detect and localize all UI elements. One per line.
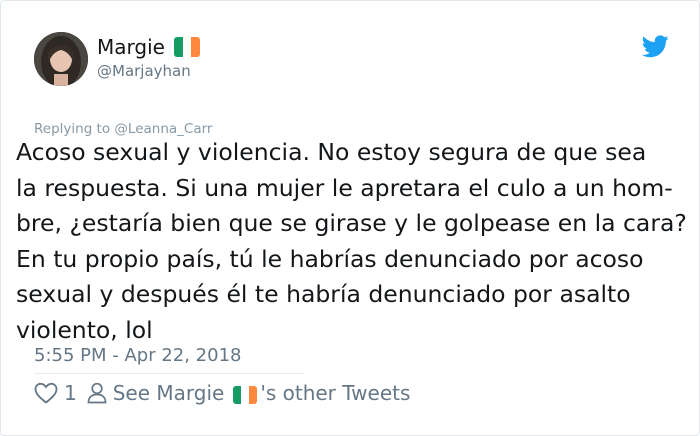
see-other-tweets-link[interactable]: See Margie 's other Tweets xyxy=(113,381,411,405)
author-name[interactable]: Margie xyxy=(97,35,165,59)
tweet-timestamp[interactable]: 5:55 PM - Apr 22, 2018 xyxy=(34,345,241,366)
divider xyxy=(34,373,304,374)
tweet-actions: 1 See Margie 's other Tweets xyxy=(34,381,410,405)
person-icon[interactable] xyxy=(87,382,107,404)
see-other-tweets-prefix[interactable]: See Margie xyxy=(113,381,225,405)
author-name-row[interactable]: Margie xyxy=(97,35,200,59)
like-count[interactable]: 1 xyxy=(64,381,77,405)
ireland-flag-icon xyxy=(233,385,258,404)
avatar[interactable] xyxy=(34,32,88,86)
twitter-bird-icon[interactable] xyxy=(642,35,669,58)
avatar-image xyxy=(34,32,88,86)
ireland-flag-icon xyxy=(173,37,200,57)
author-handle[interactable]: @Marjayhan xyxy=(97,62,191,80)
tweet-text: Acoso sexual y violencia. No estoy segur… xyxy=(16,138,687,344)
see-other-tweets-suffix[interactable]: 's other Tweets xyxy=(260,381,410,405)
tweet-card: Margie @Marjayhan Replying to @Leanna_Ca… xyxy=(0,0,700,436)
heart-icon[interactable] xyxy=(34,382,58,404)
